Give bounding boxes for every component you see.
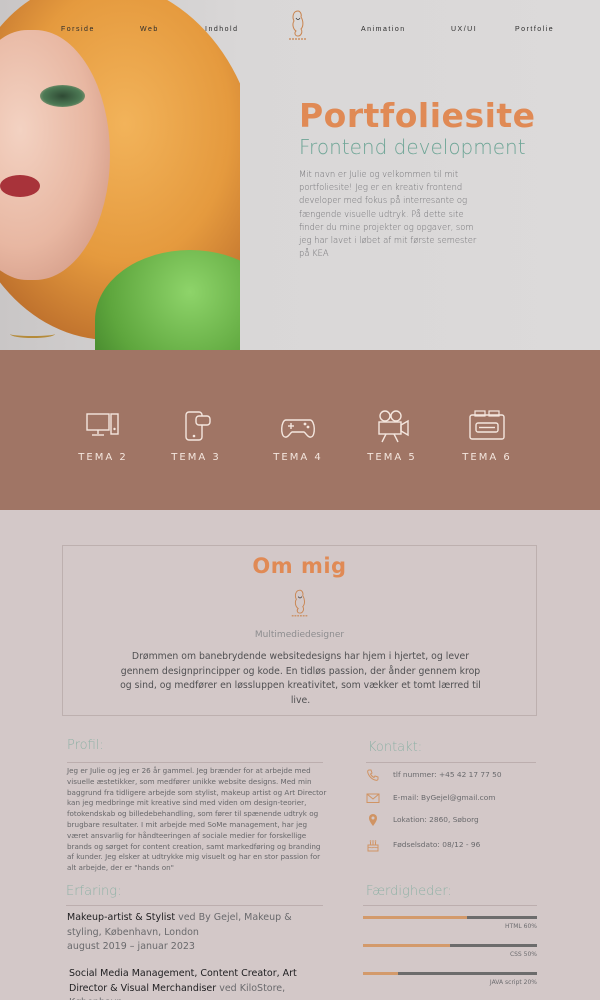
skill-bar: HTML 60% <box>363 916 537 930</box>
themes-band: TEMA 2 TEMA 3 TEMA 4 TEMA 5 TEMA 6 <box>0 350 600 510</box>
contact-phone: tlf nummer: +45 42 17 77 50 <box>393 770 502 779</box>
theme-label: TEMA 3 <box>171 452 221 463</box>
contact-location-row: Lokation: 2860, Søborg <box>366 813 566 827</box>
portrait-photo <box>0 0 240 350</box>
contact-divider <box>366 762 536 763</box>
nav-item-animation[interactable]: Animation <box>361 26 406 33</box>
contact-heading: Kontakt: <box>368 740 423 755</box>
theme-link-tema-2[interactable]: TEMA 2 <box>68 408 138 463</box>
skill-label: JAVA script 20% <box>489 979 537 986</box>
skill-fill <box>363 944 450 947</box>
phone-icon <box>367 769 379 781</box>
nav-item-uxui[interactable]: UX/UI <box>451 26 477 33</box>
hero-text: Portfoliesite Frontend development Mit n… <box>299 98 599 260</box>
julie-gejel-logo-icon[interactable] <box>286 8 310 42</box>
experience-item: Social Media Management, Content Creator… <box>69 967 319 1000</box>
theme-label: TEMA 4 <box>273 452 323 463</box>
phone-chat-icon <box>185 411 211 441</box>
contact-birthday-row: Fødselsdato: 08/12 - 96 <box>366 838 566 852</box>
profile-text: Jeg er Julie og jeg er 26 år gammel. Jeg… <box>67 766 327 873</box>
skills-heading: Færdigheder: <box>366 884 452 899</box>
profile-heading: Profil: <box>67 738 104 753</box>
nav-item-forside[interactable]: Forside <box>61 26 95 33</box>
computer-icon <box>86 413 119 436</box>
theme-label: TEMA 5 <box>367 452 417 463</box>
mail-icon <box>366 793 380 803</box>
hero-intro: Mit navn er Julie og velkommen til mit p… <box>299 169 477 259</box>
hero-section: Forside Web Indhold Animation UX/UI Port… <box>0 0 600 350</box>
nav-item-portfolie[interactable]: Portfolie <box>515 26 554 33</box>
theme-link-tema-3[interactable]: TEMA 3 <box>161 408 231 463</box>
contact-phone-row[interactable]: tlf nummer: +45 42 17 77 50 <box>366 768 566 782</box>
hero-subtitle: Frontend development <box>299 135 526 159</box>
contact-email: E-mail: ByGejel@gmail.com <box>393 793 496 802</box>
theme-label: TEMA 2 <box>78 452 128 463</box>
skill-fill <box>363 972 398 975</box>
film-camera-icon <box>378 410 409 443</box>
theme-link-tema-4[interactable]: TEMA 4 <box>263 408 333 463</box>
profile-divider <box>67 762 323 763</box>
skill-label: HTML 60% <box>505 923 537 930</box>
theme-link-tema-5[interactable]: TEMA 5 <box>357 408 427 463</box>
birthday-cake-icon <box>367 840 379 852</box>
cassette-icon <box>469 410 505 440</box>
experience-item: Makeup-artist & Stylist ved By Gejel, Ma… <box>67 911 317 955</box>
gamepad-icon <box>281 419 315 438</box>
experience-divider <box>66 905 323 906</box>
skill-bar: CSS 50% <box>363 944 537 958</box>
hero-title: Portfoliesite <box>299 96 536 135</box>
about-role: Multimediedesigner <box>254 630 345 640</box>
theme-label: TEMA 6 <box>462 452 512 463</box>
location-pin-icon <box>369 814 377 826</box>
nav-item-indhold[interactable]: Indhold <box>205 26 238 33</box>
about-text: Drømmen om banebrydende websitedesigns h… <box>120 651 481 706</box>
julie-gejel-logo-icon <box>291 589 309 617</box>
skill-bar: JAVA script 20% <box>363 972 537 986</box>
about-section: Om mig Multimediedesigner Drømmen om ban… <box>62 545 537 716</box>
nav-item-web[interactable]: Web <box>140 26 159 33</box>
contact-birthday: Fødselsdato: 08/12 - 96 <box>393 840 481 849</box>
contact-email-row[interactable]: E-mail: ByGejel@gmail.com <box>366 791 566 805</box>
skill-fill <box>363 916 468 919</box>
contact-location: Lokation: 2860, Søborg <box>393 815 479 824</box>
experience-heading: Erfaring: <box>66 884 122 899</box>
skills-divider <box>363 905 537 906</box>
about-title: Om mig <box>252 554 347 578</box>
experience-period: august 2019 – januar 2023 <box>67 941 195 953</box>
experience-role: Makeup-artist & Stylist <box>67 912 176 923</box>
skill-label: CSS 50% <box>509 951 537 958</box>
theme-link-tema-6[interactable]: TEMA 6 <box>452 408 522 463</box>
